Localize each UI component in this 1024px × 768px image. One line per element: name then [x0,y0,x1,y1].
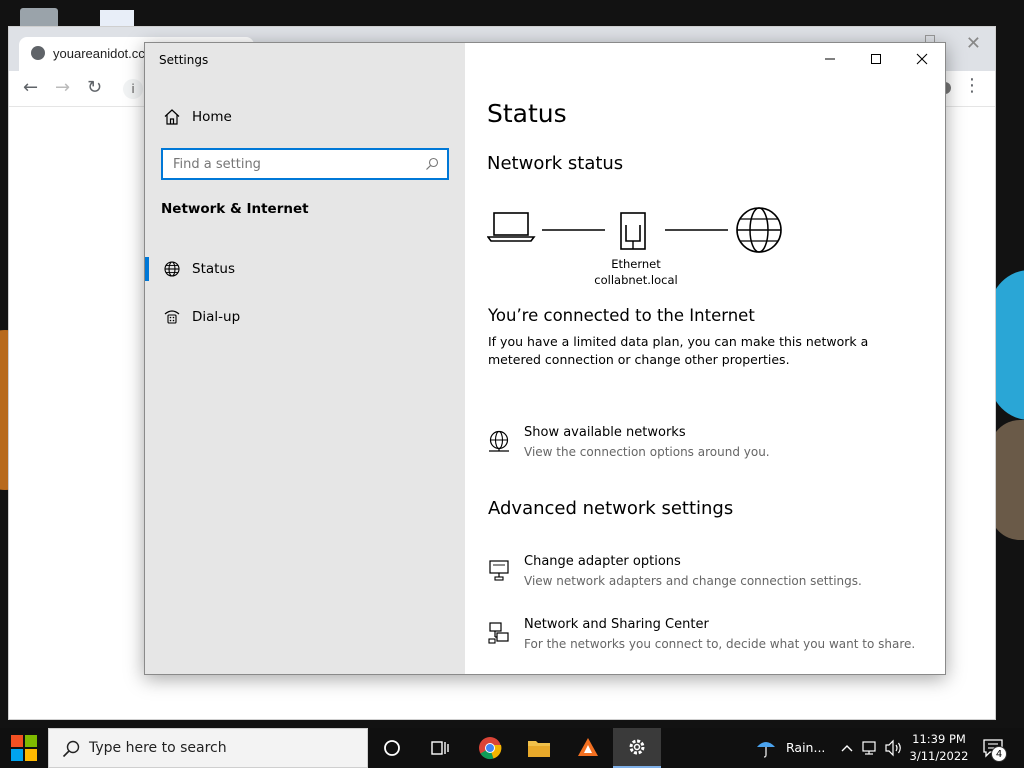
network-icon[interactable] [862,738,880,758]
settings-content: Status Network status Ethernet collabnet… [465,43,945,674]
sidebar-item-label: Dial-up [192,309,241,325]
link-description: For the networks you connect to, decide … [524,637,916,651]
network-sharing-center-link[interactable]: Network and Sharing Center For the netwo… [487,617,927,661]
favicon-icon [31,46,45,60]
sidebar-item-label: Status [192,261,236,277]
change-adapter-options-link[interactable]: Change adapter options View network adap… [487,554,927,598]
section-heading: Network & Internet [161,201,309,217]
advanced-settings-heading: Advanced network settings [488,498,734,519]
browser-tab-title: youareanidot.cc [53,46,145,61]
link-title: Network and Sharing Center [524,617,709,632]
chevron-up-icon[interactable] [840,738,854,758]
clock[interactable]: 11:39 PM 3/11/2022 [904,731,974,765]
link-description: View the connection options around you. [524,445,770,459]
settings-taskbar-button[interactable] [613,728,661,768]
show-available-networks-link[interactable]: Show available networks View the connect… [487,425,927,469]
minimize-icon [825,58,835,60]
settings-sidebar: Settings Home Network & Internet [145,43,465,674]
sidebar-item-label: Home [192,109,232,125]
sidebar-item-home[interactable]: Home [145,97,465,137]
site-info-icon[interactable]: i [123,79,143,99]
minimize-button[interactable] [807,43,853,75]
app-taskbar-button[interactable] [564,728,612,768]
dialup-icon [164,310,180,324]
link-title: Change adapter options [524,554,681,569]
internet-globe-icon [736,207,782,253]
sharing-center-icon [488,622,509,644]
search-input[interactable] [173,153,413,175]
volume-icon[interactable] [884,738,904,758]
back-icon[interactable]: ← [23,77,38,98]
windows-logo-icon [11,735,37,761]
maximize-icon [871,54,881,64]
browser-close-icon[interactable]: ✕ [966,33,981,54]
sidebar-item-status[interactable]: Status [145,249,465,289]
cortana-button[interactable] [368,728,416,768]
taskbar-search-placeholder: Type here to search [89,740,227,756]
link-description: View network adapters and change connect… [524,574,862,588]
recycle-bin-icon[interactable] [20,8,58,28]
task-view-icon [431,741,449,755]
link-title: Show available networks [524,425,686,440]
clock-time: 11:39 PM [912,732,966,746]
folder-icon [528,741,550,757]
window-title: Settings [159,53,209,67]
weather-text[interactable]: Rain... [786,740,825,755]
network-status-heading: Network status [487,153,624,174]
umbrella-icon[interactable] [755,737,777,759]
browser-menu-icon[interactable]: ⋮ [963,75,981,96]
search-icon [426,157,439,170]
chrome-taskbar-button[interactable] [466,728,514,768]
notification-count-badge: 4 [991,746,1007,762]
app-icon [578,738,598,756]
connection-status-text: If you have a limited data plan, you can… [488,334,869,367]
settings-window: Settings Home Network & Internet [144,42,946,675]
ethernet-icon [620,212,646,250]
search-icon [62,740,80,758]
gear-icon [629,739,645,755]
start-button[interactable] [0,728,48,768]
laptop-icon [487,212,536,242]
home-icon [164,109,180,125]
clock-date: 3/11/2022 [909,749,969,763]
monitor-network-icon [489,560,509,581]
file-explorer-taskbar-button[interactable] [515,728,563,768]
task-view-button[interactable] [416,728,464,768]
reload-icon[interactable]: ↻ [87,77,102,98]
search-box[interactable] [161,148,449,180]
close-button[interactable] [899,43,945,75]
network-name: collabnet.local [594,273,678,287]
taskbar: Type here to search Rain... 11:39 PM 3/1… [0,728,1024,768]
taskbar-search[interactable]: Type here to search [48,728,368,768]
adapter-name: Ethernet [611,257,661,271]
globe-network-icon [489,430,509,452]
cortana-icon [384,740,400,756]
maximize-button[interactable] [853,43,899,75]
globe-icon [164,261,180,277]
connection-status-heading: You’re connected to the Internet [488,306,755,325]
sidebar-item-dial-up[interactable]: Dial-up [145,297,465,337]
forward-icon[interactable]: → [55,77,70,98]
active-indicator [145,257,149,281]
close-icon [916,53,928,65]
chrome-icon [479,737,502,760]
page-title: Status [487,99,567,128]
